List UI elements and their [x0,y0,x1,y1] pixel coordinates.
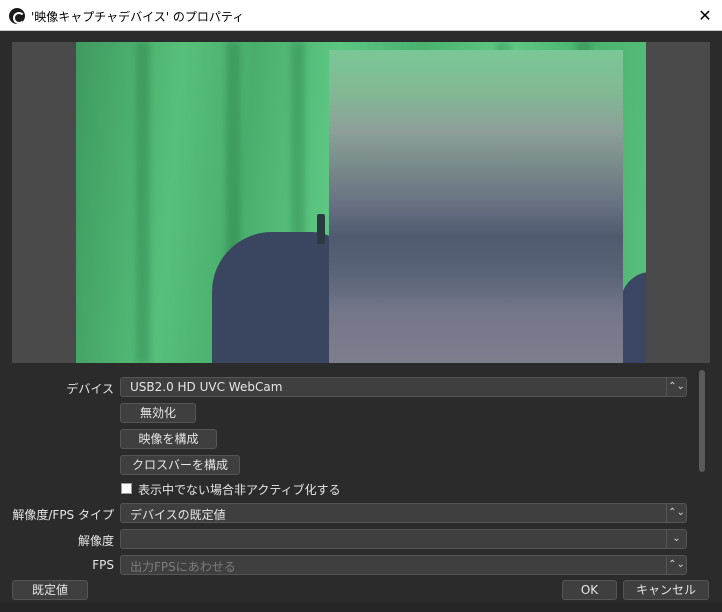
blurred-person [329,50,623,363]
scrollbar-thumb[interactable] [699,370,705,472]
resolution-label: 解像度 [77,534,114,548]
properties-scrollbar[interactable] [697,370,707,575]
hoodie-shape [621,272,646,363]
obs-logo-icon [9,8,25,24]
resolution-fps-type-value: デバイスの既定値 [130,508,226,522]
deactivate-when-hidden-checkbox[interactable] [121,483,132,494]
ok-button[interactable]: OK [562,580,617,600]
device-label: デバイス [66,382,114,396]
title-bar: '映像キャプチャデバイス' のプロパティ ✕ [0,0,722,31]
cancel-button[interactable]: キャンセル [623,580,709,600]
configure-video-button[interactable]: 映像を構成 [120,429,217,449]
up-down-arrows-icon: ⌃⌄ [666,378,686,396]
resolution-select[interactable]: ⌄ [120,529,687,549]
resolution-fps-type-label: 解像度/FPS タイプ [12,508,114,522]
device-value: USB2.0 HD UVC WebCam [130,380,283,394]
fps-value: 出力FPSにあわせる [130,560,236,574]
configure-crossbar-button[interactable]: クロスバーを構成 [120,455,240,475]
backdrop-fold [136,42,150,363]
fps-label: FPS [92,558,114,572]
microphone-shape [317,214,325,244]
window-title: '映像キャプチャデバイス' のプロパティ [31,10,245,24]
preview-area [12,42,710,363]
close-button[interactable]: ✕ [688,0,722,31]
chevron-down-icon: ⌄ [666,530,686,548]
up-down-arrows-icon: ⌃⌄ [666,556,686,574]
device-select[interactable]: USB2.0 HD UVC WebCam ⌃⌄ [120,377,687,397]
bottom-strip [0,603,722,612]
up-down-arrows-icon: ⌃⌄ [666,504,686,522]
fps-select[interactable]: 出力FPSにあわせる ⌃⌄ [120,555,687,575]
deactivate-button[interactable]: 無効化 [120,403,196,423]
defaults-button[interactable]: 既定値 [12,580,88,600]
camera-preview [76,42,646,363]
deactivate-when-hidden-label: 表示中でない場合非アクティブ化する [138,483,341,497]
resolution-fps-type-select[interactable]: デバイスの既定値 ⌃⌄ [120,503,687,523]
